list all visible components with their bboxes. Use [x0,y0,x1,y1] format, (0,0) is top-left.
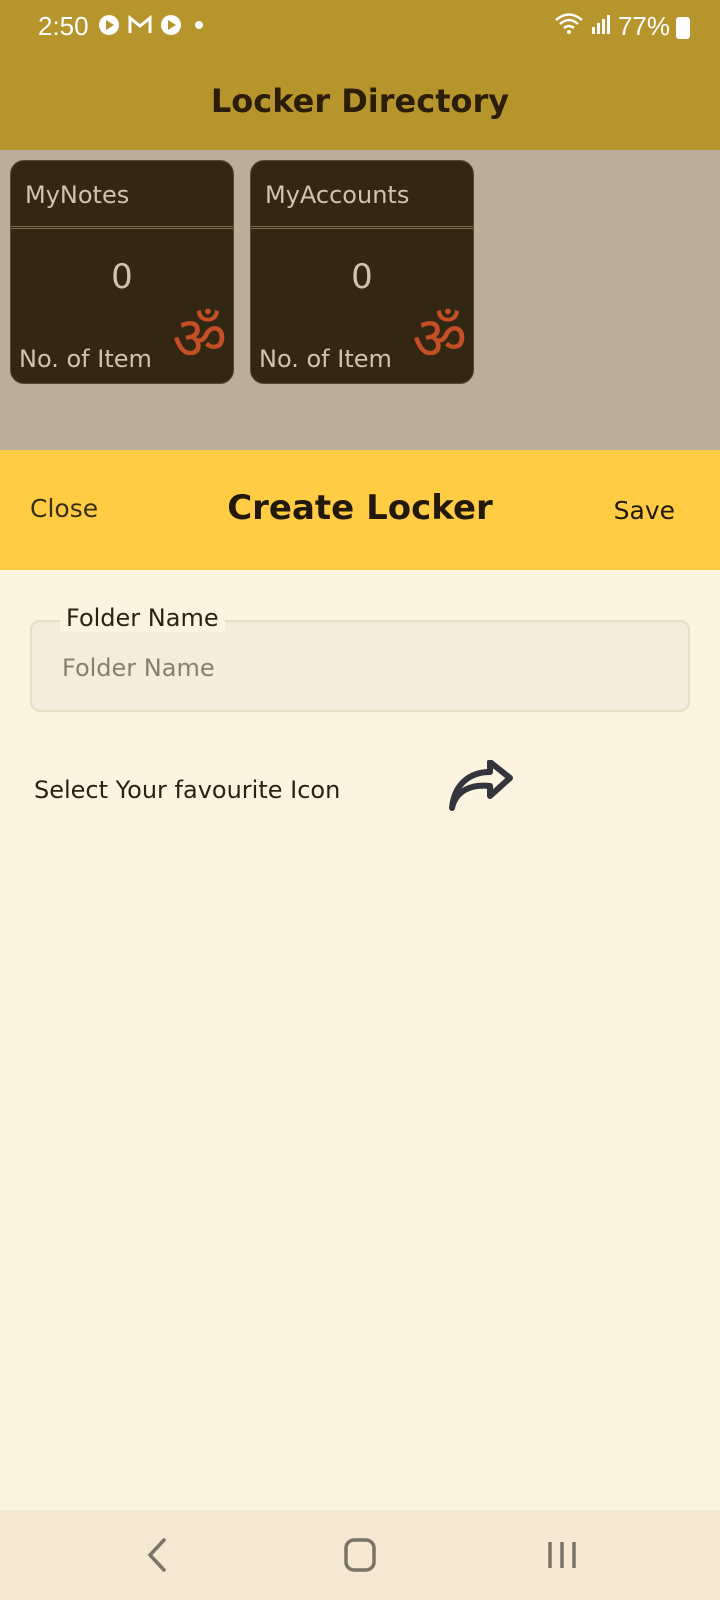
item-count: 0 [111,257,133,297]
play-icon [98,14,120,40]
signal-icon [590,11,612,42]
om-icon: ॐ [412,304,467,374]
locker-name: MyAccounts [265,181,410,209]
battery-percent: 77% [617,11,670,41]
icon-select-label: Select Your favourite Icon [34,776,341,804]
back-icon[interactable] [128,1532,188,1578]
page-title: Locker Directory [210,82,510,120]
folder-name-input[interactable] [62,650,662,686]
app-bar: Locker Directory [0,52,720,150]
save-button[interactable]: Save [614,496,675,525]
wifi-icon [554,11,584,42]
locker-grid: MyNotes 0 No. of Item ॐ MyAccounts 0 No.… [0,150,720,450]
icon-select-row: Select Your favourite Icon [34,759,634,820]
sheet-header: Close Create Locker Save [0,450,720,570]
sheet-title: Create Locker [227,488,493,528]
item-count-label: No. of Item [259,345,392,373]
system-nav-bar [0,1510,720,1600]
om-icon: ॐ [172,304,227,374]
notification-icons [98,14,208,40]
dot-icon [190,14,208,40]
locker-name: MyNotes [25,181,130,209]
status-bar: 2:50 77% [0,0,720,52]
share-arrow-icon[interactable] [444,759,524,820]
card-header: MyAccounts [251,161,473,229]
home-icon[interactable] [330,1532,390,1578]
folder-name-field[interactable]: Folder Name [30,604,690,712]
item-count: 0 [351,257,373,297]
recents-icon[interactable] [532,1532,592,1578]
status-time: 2:50 [38,11,89,41]
item-count-label: No. of Item [19,345,152,373]
locker-card-mynotes[interactable]: MyNotes 0 No. of Item ॐ [10,160,234,384]
battery-icon [676,17,690,39]
system-status-icons: 77% [554,11,670,42]
play-icon [160,14,182,40]
locker-card-myaccounts[interactable]: MyAccounts 0 No. of Item ॐ [250,160,474,384]
gmail-icon [128,14,152,39]
card-header: MyNotes [11,161,233,229]
folder-name-label: Folder Name [60,604,225,632]
